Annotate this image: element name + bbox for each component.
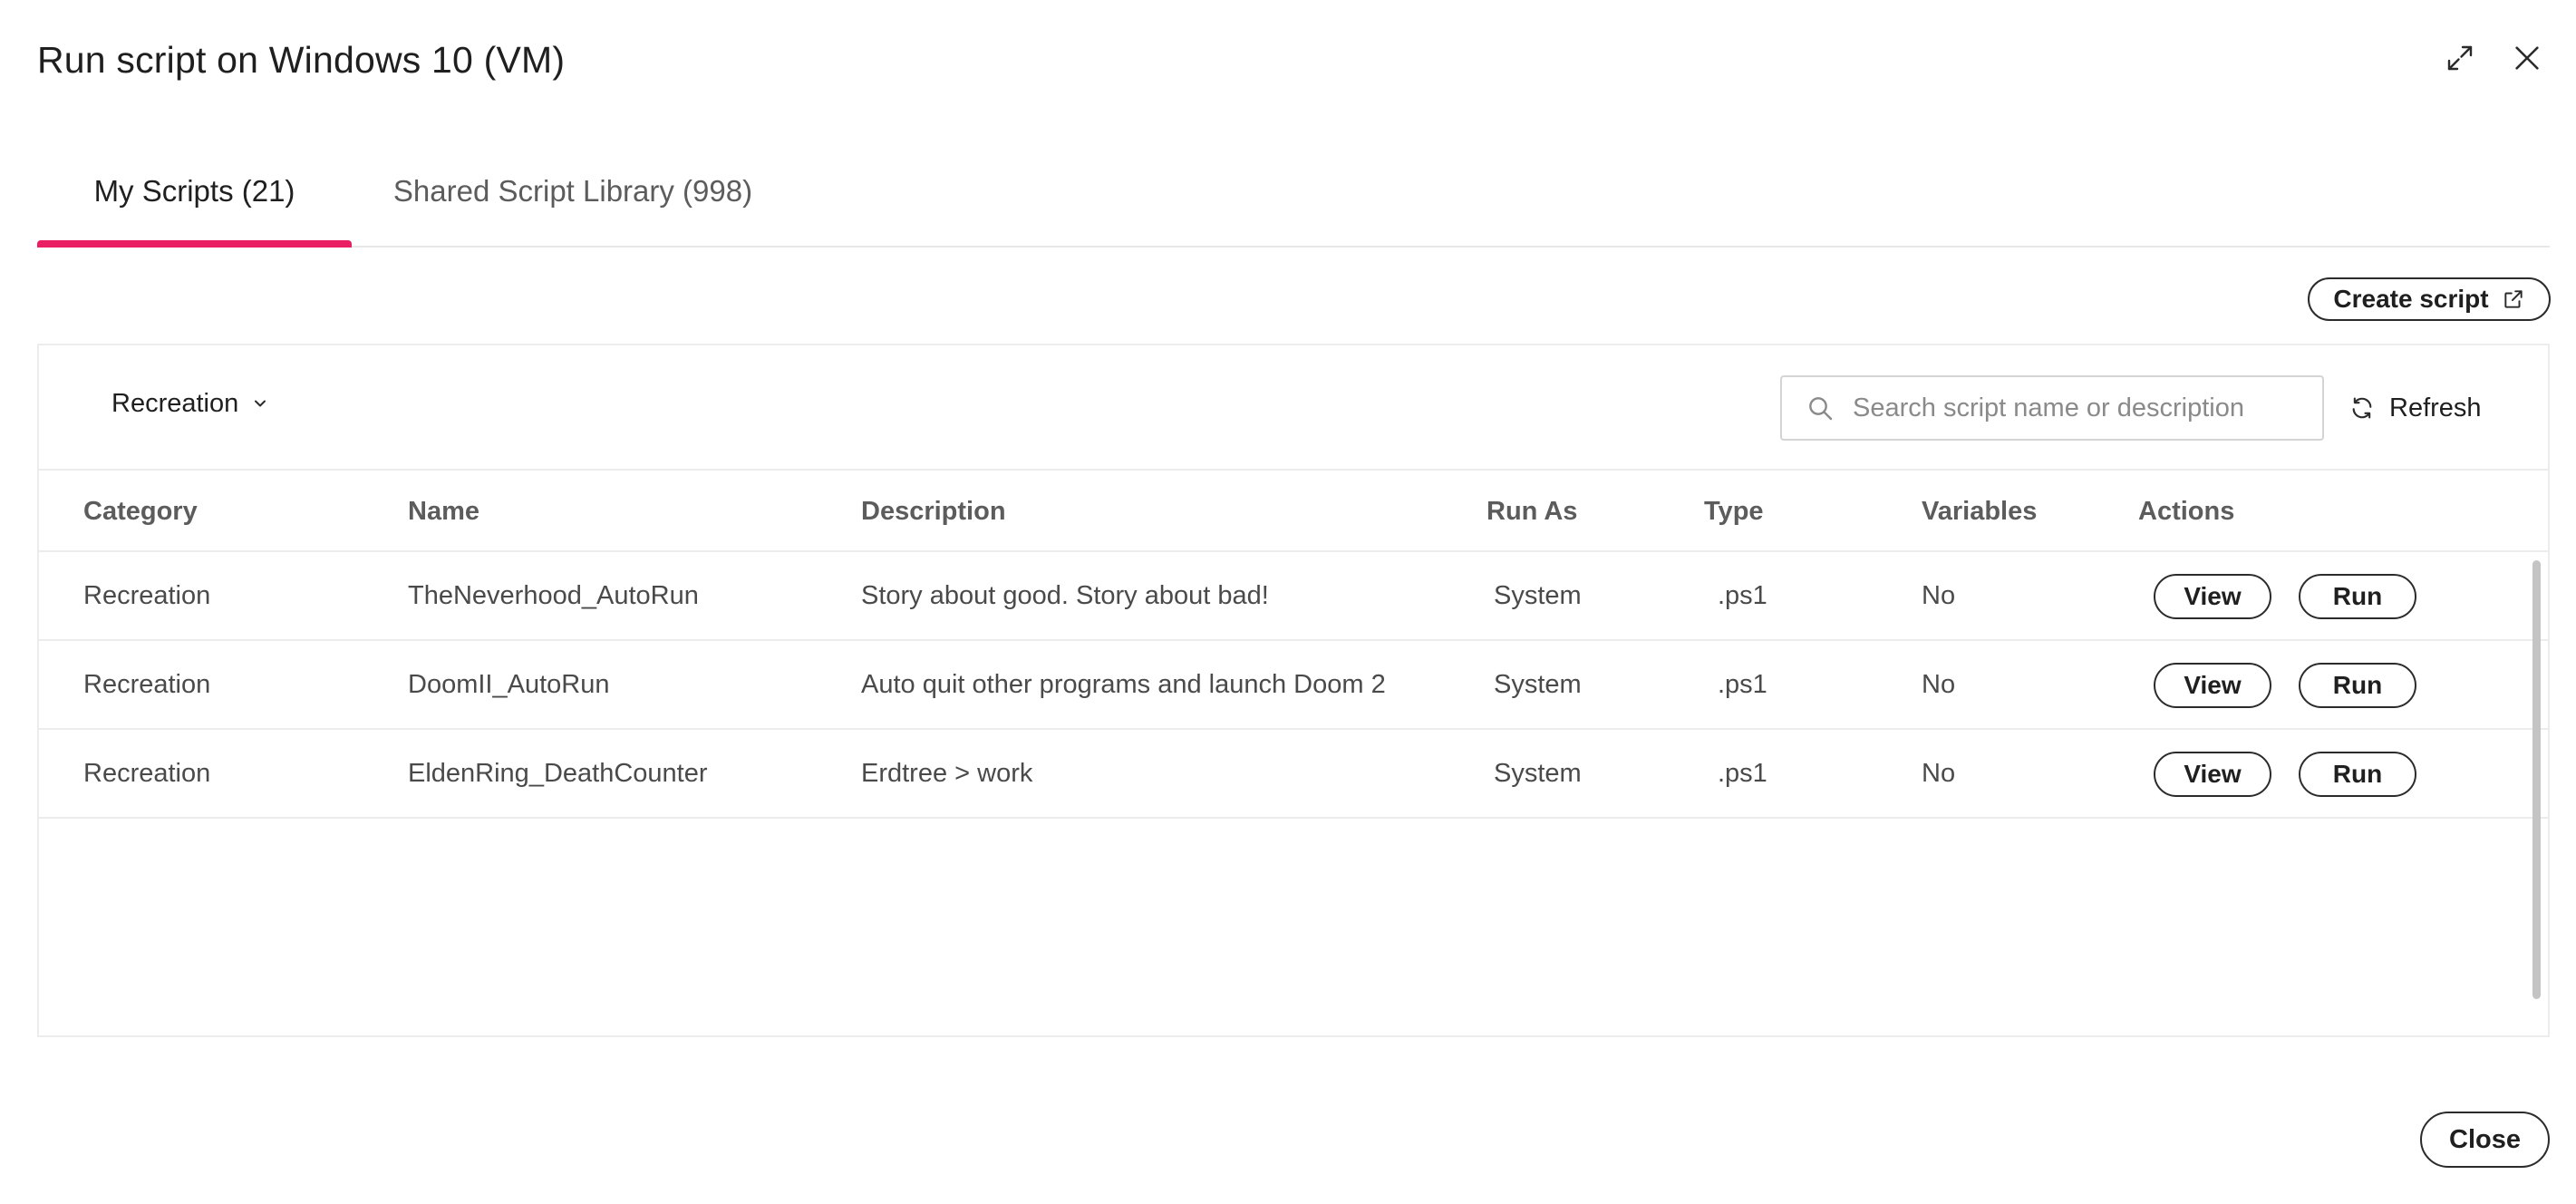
cell-run-as: System — [1494, 759, 1582, 788]
tab-shared-script-library[interactable]: Shared Script Library (998) — [384, 136, 761, 246]
search-icon — [1809, 397, 1833, 421]
cell-category: Recreation — [83, 670, 211, 699]
run-script-dialog: Run script on Windows 10 (VM) My Scripts… — [0, 0, 2576, 1204]
cell-variables: No — [1922, 670, 1956, 699]
cell-description: Auto quit other programs and launch Doom… — [861, 670, 1386, 699]
refresh-button[interactable]: Refresh — [2349, 386, 2482, 430]
column-header-name[interactable]: Name — [408, 471, 479, 552]
run-button[interactable]: Run — [2299, 574, 2416, 619]
cell-category: Recreation — [83, 581, 211, 610]
cell-type: .ps1 — [1718, 670, 1767, 699]
expand-button[interactable] — [2438, 36, 2482, 80]
table-scrollbar[interactable] — [2532, 560, 2541, 999]
table-row[interactable]: Recreation EldenRing_DeathCounter Erdtre… — [39, 730, 2548, 819]
column-header-actions: Actions — [2138, 497, 2235, 526]
tab-shared-script-library-label: Shared Script Library (998) — [392, 173, 753, 208]
dialog-title: Run script on Windows 10 (VM) — [37, 39, 566, 81]
cell-type: .ps1 — [1718, 759, 1767, 788]
cell-variables: No — [1922, 581, 1956, 610]
refresh-label: Refresh — [2389, 393, 2482, 422]
category-filter-value: Recreation — [111, 388, 239, 418]
column-header-run-as[interactable]: Run As — [1487, 471, 1577, 552]
cell-category: Recreation — [83, 759, 211, 788]
table-row[interactable]: Recreation TheNeverhood_AutoRun Story ab… — [39, 552, 2548, 641]
tab-bar: My Scripts (21) Shared Script Library (9… — [37, 136, 2550, 248]
run-button[interactable]: Run — [2299, 752, 2416, 797]
cell-type: .ps1 — [1718, 581, 1767, 610]
cell-run-as: System — [1494, 670, 1582, 699]
scripts-table: Category Name Description Run As Type Va… — [39, 469, 2548, 819]
view-button[interactable]: View — [2154, 752, 2271, 797]
column-header-variables[interactable]: Variables — [1922, 471, 2037, 552]
search-field[interactable] — [1780, 375, 2324, 441]
create-script-label: Create script — [2333, 285, 2489, 313]
close-button[interactable]: Close — [2420, 1112, 2550, 1168]
close-icon — [2515, 46, 2539, 70]
column-header-description[interactable]: Description — [861, 471, 1006, 552]
view-button[interactable]: View — [2154, 574, 2271, 619]
close-dialog-button[interactable] — [2505, 36, 2549, 80]
view-button[interactable]: View — [2154, 663, 2271, 708]
column-header-category[interactable]: Category — [83, 471, 198, 552]
search-input[interactable] — [1851, 392, 2304, 424]
cell-variables: No — [1922, 759, 1956, 788]
scripts-panel: Recreation Refresh Category — [37, 344, 2550, 1037]
cell-name: EldenRing_DeathCounter — [408, 759, 708, 788]
chevron-down-icon — [255, 400, 266, 407]
tab-my-scripts-label: My Scripts (21) — [93, 173, 295, 208]
cell-name: DoomII_AutoRun — [408, 670, 610, 699]
column-header-type[interactable]: Type — [1704, 471, 1764, 552]
cell-run-as: System — [1494, 581, 1582, 610]
category-filter-dropdown[interactable]: Recreation — [111, 382, 269, 425]
tab-my-scripts[interactable]: My Scripts (21) — [37, 136, 352, 248]
refresh-icon — [2352, 397, 2372, 419]
cell-description: Story about good. Story about bad! — [861, 581, 1269, 610]
run-button[interactable]: Run — [2299, 663, 2416, 708]
external-link-icon — [2503, 290, 2523, 308]
table-header: Category Name Description Run As Type Va… — [39, 469, 2548, 552]
cell-description: Erdtree > work — [861, 759, 1033, 788]
table-row[interactable]: Recreation DoomII_AutoRun Auto quit othe… — [39, 641, 2548, 730]
create-script-button[interactable]: Create script — [2308, 277, 2551, 321]
active-tab-indicator — [37, 240, 352, 248]
expand-icon — [2447, 45, 2473, 71]
cell-name: TheNeverhood_AutoRun — [408, 581, 699, 610]
